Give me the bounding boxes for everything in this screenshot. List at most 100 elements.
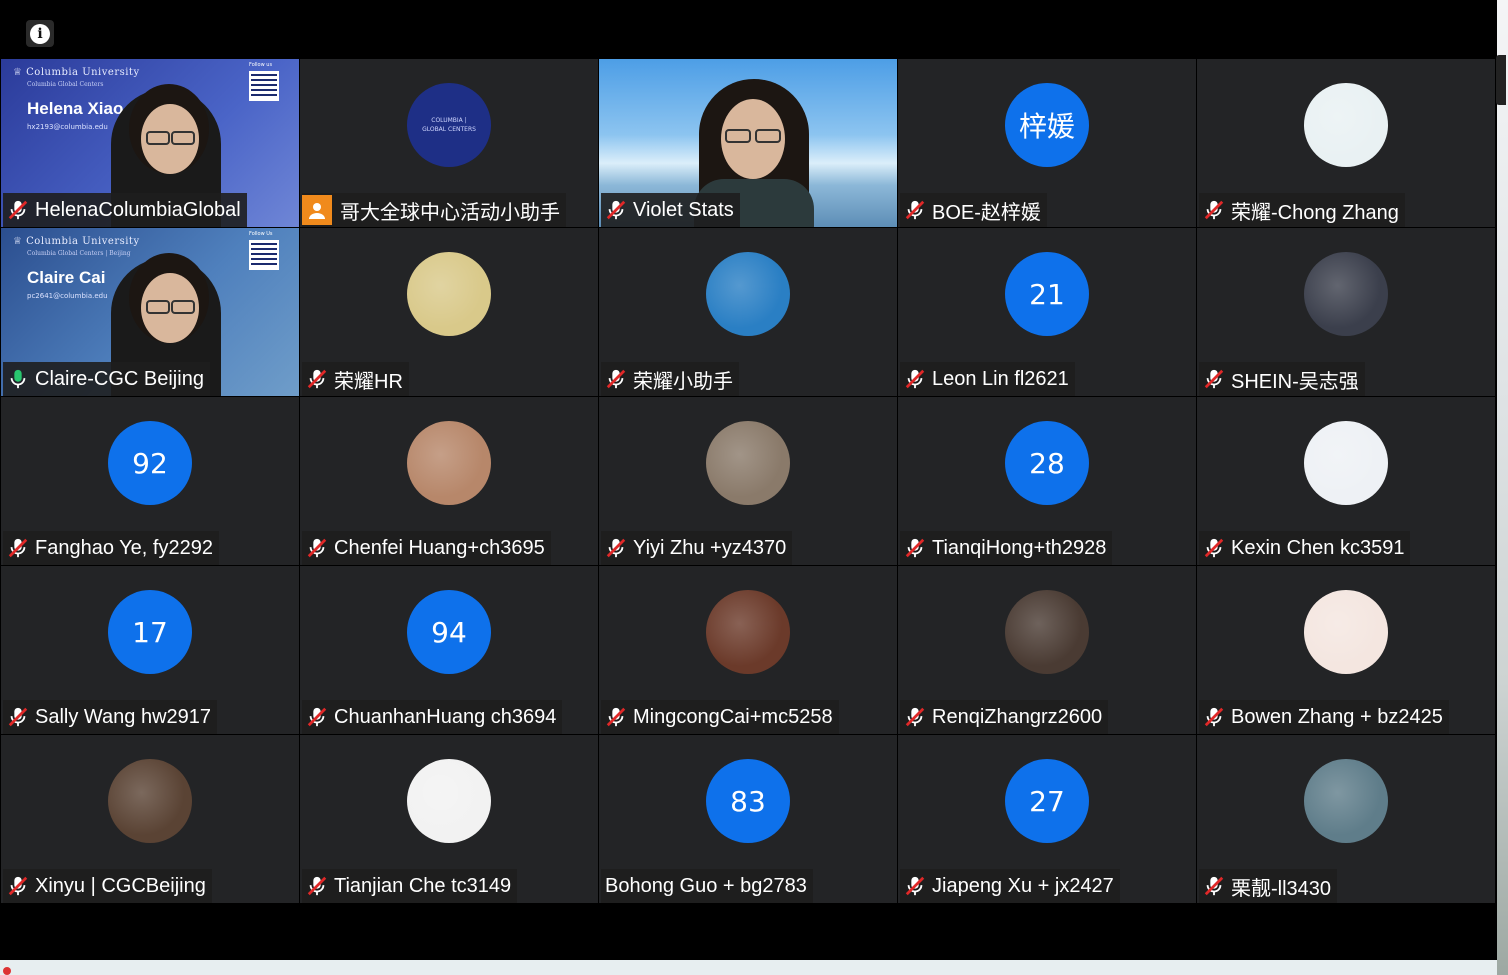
- participant-tile[interactable]: Kexin Chen kc3591: [1197, 397, 1495, 565]
- participant-name-tag: BOE-赵梓媛: [900, 193, 1047, 227]
- participant-name-tag: ChuanhanHuang ch3694: [302, 700, 563, 734]
- participant-avatar: [407, 421, 491, 505]
- participant-tile[interactable]: 荣耀HR: [300, 228, 598, 396]
- participant-avatar: [1304, 759, 1388, 843]
- participant-name: 栗靓-ll3430: [1231, 877, 1332, 900]
- meeting-info-button[interactable]: i: [26, 20, 54, 47]
- participant-name-tag: Tianjian Che tc3149: [302, 869, 518, 903]
- mic-on-icon: [10, 369, 26, 389]
- participant-name-tag: Claire-CGC Beijing: [3, 362, 210, 396]
- participant-tile[interactable]: 荣耀小助手: [599, 228, 897, 396]
- participant-avatar: 28: [1005, 421, 1089, 505]
- participant-tile[interactable]: 27 Jiapeng Xu + jx2427: [898, 735, 1196, 903]
- mic-muted-icon: [307, 538, 327, 558]
- participant-tile[interactable]: 21 Leon Lin fl2621: [898, 228, 1196, 396]
- mic-muted-icon: [1204, 369, 1224, 389]
- participant-name-tag: 荣耀HR: [302, 362, 409, 396]
- mic-muted-icon: [606, 538, 626, 558]
- participant-name: ChuanhanHuang ch3694: [334, 705, 557, 728]
- participant-name: BOE-赵梓媛: [932, 201, 1041, 224]
- video-presenter-name: Helena Xiao: [27, 99, 124, 118]
- participant-tile[interactable]: 94 ChuanhanHuang ch3694: [300, 566, 598, 734]
- columbia-logo: ♕ Columbia University: [13, 67, 140, 78]
- participant-tile[interactable]: 栗靓-ll3430: [1197, 735, 1495, 903]
- participant-avatar: [706, 590, 790, 674]
- participant-name: Sally Wang hw2917: [35, 705, 212, 728]
- participant-name-tag: Chenfei Huang+ch3695: [302, 531, 551, 565]
- participant-avatar: 27: [1005, 759, 1089, 843]
- mic-muted-icon: [905, 369, 925, 389]
- top-bar: i: [0, 0, 1497, 58]
- participant-tile[interactable]: SHEIN-吴志强: [1197, 228, 1495, 396]
- participant-avatar: [1005, 590, 1089, 674]
- info-icon: i: [30, 23, 50, 44]
- participant-name-tag: 哥大全球中心活动小助手: [302, 193, 566, 227]
- columbia-logo: ♕ Columbia University: [13, 236, 140, 247]
- participant-name: Chenfei Huang+ch3695: [334, 536, 545, 559]
- participant-name: TianqiHong+th2928: [932, 536, 1107, 559]
- follow-text: Follow Us: [249, 231, 273, 237]
- participant-name-tag: Sally Wang hw2917: [3, 700, 218, 734]
- participant-name: Kexin Chen kc3591: [1231, 536, 1405, 559]
- participant-name-tag: 荣耀-Chong Zhang: [1199, 193, 1405, 227]
- participant-tile[interactable]: Tianjian Che tc3149: [300, 735, 598, 903]
- participant-tile[interactable]: ♕ Columbia University Columbia Global Cen…: [1, 228, 299, 396]
- participant-tile[interactable]: MingcongCai+mc5258: [599, 566, 897, 734]
- participant-name: RenqiZhangrz2600: [932, 705, 1103, 728]
- mic-muted-icon: [905, 200, 925, 220]
- participant-name-tag: SHEIN-吴志强: [1199, 362, 1365, 396]
- participant-tile[interactable]: RenqiZhangrz2600: [898, 566, 1196, 734]
- participant-avatar: COLUMBIA | GLOBAL CENTERS: [407, 83, 491, 167]
- participant-tile[interactable]: ♕ Columbia University Columbia Global Cen…: [1, 59, 299, 227]
- participant-name: Violet Stats: [633, 198, 734, 221]
- participant-name-tag: RenqiZhangrz2600: [900, 700, 1109, 734]
- mic-muted-icon: [905, 707, 925, 727]
- participant-name-tag: MingcongCai+mc5258: [601, 700, 839, 734]
- participant-tile[interactable]: 92 Fanghao Ye, fy2292: [1, 397, 299, 565]
- participant-name: Fanghao Ye, fy2292: [35, 536, 213, 559]
- participant-tile[interactable]: 28 TianqiHong+th2928: [898, 397, 1196, 565]
- participant-name: Leon Lin fl2621: [932, 367, 1069, 390]
- video-presenter-email: pc2641@columbia.edu: [27, 292, 108, 300]
- participant-tile[interactable]: 荣耀-Chong Zhang: [1197, 59, 1495, 227]
- mic-muted-icon: [8, 200, 28, 220]
- mic-muted-icon: [8, 707, 28, 727]
- participant-avatar: 梓媛: [1005, 83, 1089, 167]
- participant-tile[interactable]: 17 Sally Wang hw2917: [1, 566, 299, 734]
- participant-tile[interactable]: 梓媛 BOE-赵梓媛: [898, 59, 1196, 227]
- participant-tile[interactable]: 83 Bohong Guo + bg2783: [599, 735, 897, 903]
- mic-muted-icon: [905, 538, 925, 558]
- participant-name: Bohong Guo + bg2783: [605, 874, 807, 897]
- gallery-grid: ♕ Columbia University Columbia Global Cen…: [0, 58, 1496, 904]
- participant-name: 哥大全球中心活动小助手: [340, 201, 560, 224]
- participant-tile[interactable]: Yiyi Zhu +yz4370: [599, 397, 897, 565]
- video-presenter-name: Claire Cai: [27, 268, 106, 287]
- follow-text: Follow us: [249, 62, 273, 68]
- participant-tile[interactable]: Xinyu | CGCBeijing: [1, 735, 299, 903]
- participant-tile[interactable]: Violet Stats: [599, 59, 897, 227]
- qr-code: [249, 71, 279, 101]
- mic-muted-icon: [606, 707, 626, 727]
- taskbar-edge: [0, 960, 1497, 975]
- participant-avatar: [1304, 590, 1388, 674]
- participant-avatar: 17: [108, 590, 192, 674]
- mic-muted-icon: [307, 876, 327, 896]
- participant-tile[interactable]: COLUMBIA | GLOBAL CENTERS 哥大全球中心活动小助手: [300, 59, 598, 227]
- mic-muted-icon: [905, 876, 925, 896]
- participant-avatar: 94: [407, 590, 491, 674]
- participant-name: Yiyi Zhu +yz4370: [633, 536, 787, 559]
- participant-name-tag: Fanghao Ye, fy2292: [3, 531, 219, 565]
- participant-name: HelenaColumbiaGlobal: [35, 198, 241, 221]
- participant-name-tag: Kexin Chen kc3591: [1199, 531, 1411, 565]
- participant-tile[interactable]: Chenfei Huang+ch3695: [300, 397, 598, 565]
- mic-muted-icon: [1204, 538, 1224, 558]
- participant-name: Tianjian Che tc3149: [334, 874, 512, 897]
- participant-name-tag: TianqiHong+th2928: [900, 531, 1113, 565]
- mic-muted-icon: [307, 369, 327, 389]
- participant-avatar: [1304, 421, 1388, 505]
- participant-avatar: [108, 759, 192, 843]
- participant-tile[interactable]: Bowen Zhang + bz2425: [1197, 566, 1495, 734]
- participant-name: Claire-CGC Beijing: [35, 367, 204, 390]
- participant-name: 荣耀HR: [334, 370, 403, 393]
- mic-muted-icon: [1204, 200, 1224, 220]
